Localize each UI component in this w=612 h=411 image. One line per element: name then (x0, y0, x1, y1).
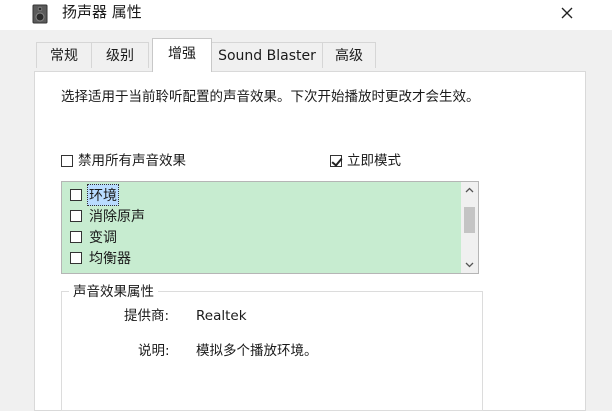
effect-properties-title: 声音效果属性 (69, 283, 158, 301)
effect-checkbox-partial (70, 273, 82, 274)
immediate-mode-checkbox[interactable]: 立即模式 (330, 152, 401, 170)
checkbox-box (61, 155, 73, 167)
effects-list[interactable]: 环境 消除原声 变调 均衡器 (61, 181, 479, 274)
close-icon (561, 7, 573, 19)
effect-checkbox[interactable] (70, 210, 82, 222)
list-item[interactable]: 变调 (70, 228, 119, 246)
scroll-thumb[interactable] (464, 207, 475, 233)
checkbox-box-checked (330, 155, 342, 167)
disable-all-effects-checkbox[interactable]: 禁用所有声音效果 (61, 152, 186, 170)
title-bar: 扬声器 属性 (0, 0, 612, 30)
tab-advanced[interactable]: 高级 (322, 42, 376, 68)
tab-sound-blaster[interactable]: Sound Blaster (211, 42, 323, 68)
effect-description-label: 说明: (138, 343, 170, 359)
effect-checkbox[interactable] (70, 252, 82, 264)
chevron-down-icon (465, 262, 474, 268)
effect-description-value: 模拟多个播放环境。 (196, 343, 318, 359)
effect-checkbox[interactable] (70, 231, 82, 243)
list-item[interactable]: 均衡器 (70, 249, 133, 267)
scroll-down-button[interactable] (461, 257, 478, 273)
tab-general[interactable]: 常规 (36, 42, 92, 68)
tab-enhancements[interactable]: 增强 (152, 38, 212, 72)
immediate-mode-label: 立即模式 (347, 153, 401, 169)
scroll-up-button[interactable] (461, 182, 478, 198)
chevron-up-icon (465, 187, 474, 193)
effect-checkbox[interactable] (70, 189, 82, 201)
provider-value: Realtek (196, 308, 247, 324)
partially-hidden-list-item (70, 270, 190, 274)
list-scrollbar[interactable] (461, 182, 478, 273)
list-item[interactable]: 环境 (70, 184, 119, 206)
enhancement-description: 选择适用于当前聆听配置的声音效果。下次开始播放时更改才会生效。 (61, 89, 480, 105)
tab-levels[interactable]: 级别 (91, 42, 149, 68)
close-button[interactable] (556, 0, 578, 26)
list-item[interactable]: 消除原声 (70, 207, 147, 225)
provider-label: 提供商: (124, 308, 170, 324)
speaker-icon (32, 4, 48, 24)
window-title: 扬声器 属性 (62, 3, 142, 21)
disable-all-effects-label: 禁用所有声音效果 (78, 153, 186, 169)
